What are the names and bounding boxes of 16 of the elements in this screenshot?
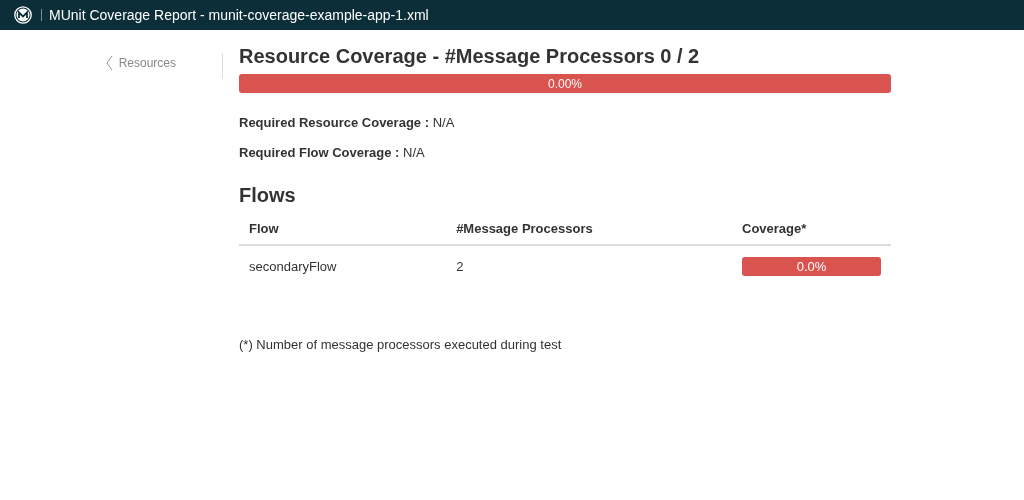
requirement-text: Required Resource Coverage : N/A [239,115,456,131]
column-header: Coverage* [742,221,807,236]
column-header: #Message Processors [456,221,593,236]
progress-reading: 0.0% [796,259,827,274]
page-heading: Resource Coverage - #Message Processors 0 / 2 [239,44,701,68]
column-header: Flow [249,221,279,236]
footnote: (*) Number of message processors executed during test [239,337,563,352]
requirement-text: Required Flow Coverage : N/A [239,145,426,161]
logo-icon [14,6,32,24]
progress-reading: 0.00% [548,76,582,91]
resources-back-link[interactable]: Resources [105,55,176,71]
chevron-left-icon [105,55,113,71]
window-title: MUnit Coverage Report - munit-coverage-example-app-1.xml [49,7,429,23]
table-cell: secondaryFlow [249,259,337,274]
section-heading: Flows [239,183,297,207]
table-cell: 2 [456,259,464,274]
